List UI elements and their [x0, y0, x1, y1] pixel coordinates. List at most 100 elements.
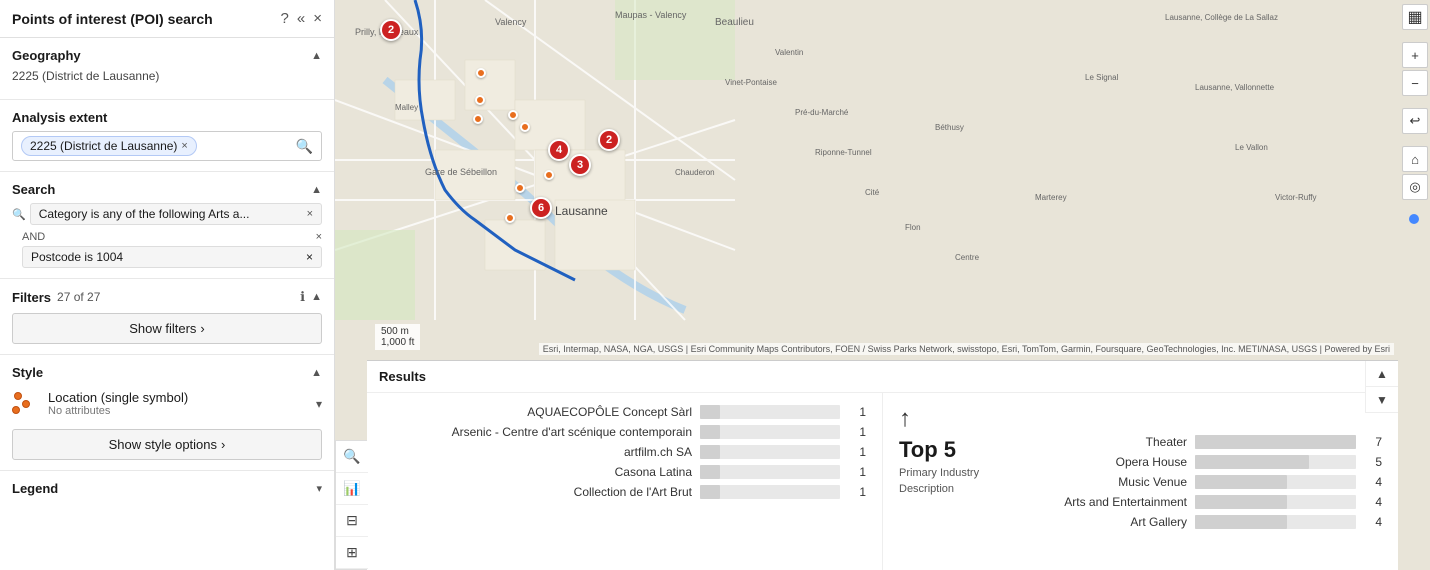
search-chevron[interactable]: ▲: [311, 184, 322, 196]
location-dot: [1409, 214, 1419, 224]
panel-header: Points of interest (POI) search ? « ×: [0, 0, 334, 38]
show-filters-button[interactable]: Show filters ›: [12, 313, 322, 344]
result-name: Arsenic - Centre d'art scénique contempo…: [383, 425, 700, 439]
symbol-dot-3: [12, 406, 20, 414]
result-row: AQUAECOPÔLE Concept Sàrl 1: [383, 405, 866, 419]
top5-bar: [1195, 495, 1287, 509]
and-close-icon[interactable]: ×: [316, 231, 322, 243]
postcode-chip-close[interactable]: ×: [306, 250, 313, 264]
svg-text:Le Signal: Le Signal: [1085, 73, 1119, 82]
filters-info-icon[interactable]: ℹ: [300, 289, 305, 305]
result-bar: [700, 425, 720, 439]
style-title: Style: [12, 365, 43, 380]
top5-bar-wrap: [1195, 435, 1356, 449]
svg-text:Marterey: Marterey: [1035, 193, 1067, 202]
svg-text:Prilly, Flumeaux: Prilly, Flumeaux: [355, 27, 419, 37]
filters-count: 27 of 27: [57, 290, 100, 304]
svg-text:Beaulieu: Beaulieu: [715, 17, 754, 28]
geography-header: Geography ▲: [12, 48, 322, 63]
result-row: Casona Latina 1: [383, 465, 866, 479]
top5-row: Opera House 5: [1045, 455, 1382, 469]
collapse-icon[interactable]: «: [297, 10, 305, 27]
category-filter-label: Category is any of the following Arts a.…: [39, 207, 250, 221]
style-header: Style ▲: [12, 365, 322, 380]
result-bar: [700, 405, 720, 419]
search-tool-button[interactable]: 🔍: [336, 441, 368, 473]
extent-input-row: 2225 (District de Lausanne) × 🔍: [12, 131, 322, 161]
result-bar-container: [700, 465, 840, 479]
top5-card: ↑ Top 5 Primary Industry Description The…: [883, 393, 1398, 570]
top5-sub1: Primary Industry: [899, 467, 979, 479]
top5-item-name: Art Gallery: [1045, 515, 1195, 529]
postcode-chip[interactable]: Postcode is 1004 ×: [22, 246, 322, 268]
undo-button[interactable]: ↩: [1402, 108, 1428, 134]
svg-text:Lausanne, Collège de La Sallaz: Lausanne, Collège de La Sallaz: [1165, 13, 1278, 22]
help-icon[interactable]: ?: [281, 10, 289, 27]
top5-arrow-icon: ↑: [899, 405, 911, 433]
analysis-extent-section: Analysis extent 2225 (District de Lausan…: [0, 100, 334, 172]
style-section: Style ▲ Location (single symbol) No attr…: [0, 355, 334, 471]
top5-row: Arts and Entertainment 4: [1045, 495, 1382, 509]
svg-text:Maupas - Valency: Maupas - Valency: [615, 10, 687, 20]
geography-chevron[interactable]: ▲: [311, 50, 322, 62]
top5-bar: [1195, 515, 1287, 529]
extent-search-icon[interactable]: 🔍: [296, 138, 313, 155]
close-icon[interactable]: ×: [313, 10, 322, 27]
svg-text:Vinet-Pontaise: Vinet-Pontaise: [725, 78, 777, 87]
result-row: Collection de l'Art Brut 1: [383, 485, 866, 499]
result-count: 1: [846, 425, 866, 439]
map-container[interactable]: Prilly, Flumeaux Valency Maupas - Valenc…: [335, 0, 1430, 570]
style-labels: Location (single symbol) No attributes: [48, 390, 308, 417]
panel-title: Points of interest (POI) search: [12, 11, 273, 27]
result-name: Casona Latina: [383, 465, 700, 479]
chart-tool-button[interactable]: 📊: [336, 473, 368, 505]
filter-tool-button[interactable]: ⊟: [336, 505, 368, 537]
poi-list-card: AQUAECOPÔLE Concept Sàrl 1 Arsenic - Cen…: [367, 393, 883, 570]
result-row: artfilm.ch SA 1: [383, 445, 866, 459]
scale-500m: 500 m: [381, 326, 414, 337]
top5-item-count: 4: [1362, 515, 1382, 529]
style-sub: No attributes: [48, 405, 308, 417]
symbol-preview: [12, 392, 40, 416]
filters-title: Filters: [12, 290, 51, 305]
location-button[interactable]: ◎: [1402, 174, 1428, 200]
svg-text:Malley: Malley: [395, 103, 418, 112]
legend-chevron[interactable]: ▾: [316, 482, 322, 495]
zoom-out-button[interactable]: −: [1402, 70, 1428, 96]
search-filter-row: 🔍 Category is any of the following Arts …: [12, 203, 322, 225]
top5-title: Top 5: [899, 437, 956, 463]
zoom-in-button[interactable]: +: [1402, 42, 1428, 68]
category-filter-close[interactable]: ×: [307, 208, 313, 220]
top5-row: Music Venue 4: [1045, 475, 1382, 489]
home-button[interactable]: ⌂: [1402, 146, 1428, 172]
svg-text:Valency: Valency: [495, 17, 527, 27]
top5-item-count: 7: [1362, 435, 1382, 449]
show-style-button[interactable]: Show style options ›: [12, 429, 322, 460]
left-panel: Points of interest (POI) search ? « × Ge…: [0, 0, 335, 570]
filters-chevron[interactable]: ▲: [311, 291, 322, 303]
results-nav-up[interactable]: ▲: [1366, 361, 1398, 387]
svg-text:Pré-du-Marché: Pré-du-Marché: [795, 108, 849, 117]
result-count: 1: [846, 405, 866, 419]
and-label-text: AND: [22, 231, 45, 243]
qr-code-button[interactable]: ▦: [1402, 4, 1428, 30]
style-dropdown-chevron[interactable]: ▾: [316, 397, 322, 411]
category-filter-chip[interactable]: Category is any of the following Arts a.…: [30, 203, 322, 225]
top5-item-name: Arts and Entertainment: [1045, 495, 1195, 509]
style-chevron[interactable]: ▲: [311, 367, 322, 379]
svg-text:Cité: Cité: [865, 188, 880, 197]
top5-row: Art Gallery 4: [1045, 515, 1382, 529]
result-bar-container: [700, 485, 840, 499]
extent-tag-close[interactable]: ×: [181, 140, 187, 152]
geography-value: 2225 (District de Lausanne): [12, 69, 322, 83]
svg-text:Chauderon: Chauderon: [675, 168, 715, 177]
table-tool-button[interactable]: ⊞: [336, 537, 368, 569]
legend-title: Legend: [12, 481, 58, 496]
top5-left: ↑ Top 5 Primary Industry Description: [899, 405, 1029, 558]
results-content: AQUAECOPÔLE Concept Sàrl 1 Arsenic - Cen…: [367, 393, 1398, 570]
symbol-dot-2: [22, 400, 30, 408]
search-section: Search ▲ 🔍 Category is any of the follow…: [0, 172, 334, 279]
results-nav-down[interactable]: ▼: [1366, 387, 1398, 413]
top5-bar: [1195, 435, 1356, 449]
map-attribution: Esri, Intermap, NASA, NGA, USGS | Esri C…: [539, 343, 1394, 355]
